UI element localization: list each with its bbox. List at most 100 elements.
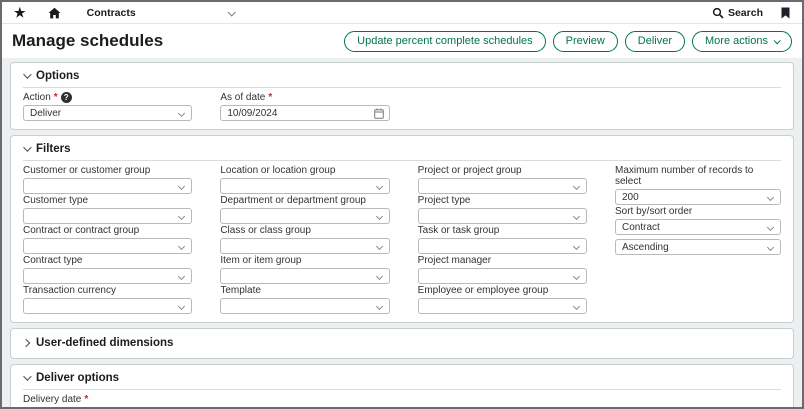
chevron-down-icon xyxy=(767,194,774,201)
chevron-down-icon xyxy=(376,303,383,310)
chevron-down-icon xyxy=(178,110,185,117)
as-of-date-input[interactable]: 10/09/2024 xyxy=(220,105,389,121)
chevron-down-icon xyxy=(573,273,580,280)
task-select[interactable] xyxy=(418,238,587,254)
customer-select[interactable] xyxy=(23,178,192,194)
class-field-group: Class or class group xyxy=(220,225,389,254)
app-menu-contracts[interactable]: Contracts xyxy=(87,7,234,19)
user-defined-dimensions-panel: User-defined dimensions xyxy=(10,328,794,359)
chevron-down-icon xyxy=(178,243,185,250)
help-icon[interactable] xyxy=(61,92,72,103)
project-type-select[interactable] xyxy=(418,208,587,224)
search-icon xyxy=(712,7,724,19)
update-percent-complete-schedules-button[interactable]: Update percent complete schedules xyxy=(344,31,546,52)
project-field-group: Project or project group xyxy=(418,165,587,194)
chevron-down-icon xyxy=(376,213,383,220)
max-records-field-group: Maximum number of records to select 200 xyxy=(615,165,781,205)
calendar-icon[interactable] xyxy=(374,108,384,119)
chevron-down-icon xyxy=(767,224,774,231)
page-content: Options Action * Deliver As of xyxy=(2,58,802,407)
filters-column-3: Project or project group Project type xyxy=(418,164,587,315)
transaction-currency-select[interactable] xyxy=(23,298,192,314)
button-label: Update percent complete schedules xyxy=(357,35,533,47)
button-label: Deliver xyxy=(638,35,672,47)
required-marker: * xyxy=(268,92,272,103)
employee-select[interactable] xyxy=(418,298,587,314)
collapse-chevron-icon xyxy=(23,372,31,380)
department-select[interactable] xyxy=(220,208,389,224)
department-field-group: Department or department group xyxy=(220,195,389,224)
deliver-options-panel: Deliver options Delivery date * 10/10/20… xyxy=(10,364,794,407)
selected-value: 200 xyxy=(622,192,639,203)
filters-column-4: Maximum number of records to select 200 … xyxy=(615,164,781,315)
contract-type-select[interactable] xyxy=(23,268,192,284)
customer-field-group: Customer or customer group xyxy=(23,165,192,194)
required-marker: * xyxy=(84,394,88,405)
more-actions-button[interactable]: More actions xyxy=(692,31,792,52)
app-menu-label: Contracts xyxy=(87,7,136,19)
item-select[interactable] xyxy=(220,268,389,284)
task-field-group: Task or task group xyxy=(418,225,587,254)
options-section-header[interactable]: Options xyxy=(23,68,781,88)
chevron-down-icon xyxy=(376,243,383,250)
selected-value: Ascending xyxy=(622,242,669,253)
global-search[interactable]: Search xyxy=(712,7,763,19)
transaction-currency-field-group: Transaction currency xyxy=(23,285,192,314)
section-title: User-defined dimensions xyxy=(36,337,173,349)
bookmark-icon[interactable] xyxy=(781,7,790,19)
section-title: Options xyxy=(36,70,79,82)
expand-chevron-icon xyxy=(22,338,30,346)
page-header: Manage schedules Update percent complete… xyxy=(2,24,802,58)
collapse-chevron-icon xyxy=(23,143,31,151)
collapse-chevron-icon xyxy=(23,70,31,78)
sort-by-select[interactable]: Contract xyxy=(615,219,781,235)
chevron-down-icon xyxy=(178,213,185,220)
project-type-field-group: Project type xyxy=(418,195,587,224)
app-window: Contracts Search Manage schedules Update… xyxy=(0,0,804,409)
class-select[interactable] xyxy=(220,238,389,254)
delivery-date-field-group: Delivery date * 10/10/2024 xyxy=(23,393,192,407)
filters-column-1: Customer or customer group Customer type xyxy=(23,164,192,315)
home-icon[interactable] xyxy=(48,7,61,19)
location-select[interactable] xyxy=(220,178,389,194)
contract-field-group: Contract or contract group xyxy=(23,225,192,254)
sort-field-group: Sort by/sort order Contract Ascending xyxy=(615,206,781,255)
chevron-down-icon xyxy=(227,8,235,16)
chevron-down-icon xyxy=(178,303,185,310)
search-label: Search xyxy=(728,7,763,19)
button-label: More actions xyxy=(705,35,768,47)
filters-section-header[interactable]: Filters xyxy=(23,141,781,161)
chevron-down-icon xyxy=(573,243,580,250)
user-defined-dimensions-section-header[interactable]: User-defined dimensions xyxy=(23,334,781,351)
sort-order-select[interactable]: Ascending xyxy=(615,239,781,255)
page-title: Manage schedules xyxy=(12,31,163,51)
required-marker: * xyxy=(54,92,58,103)
options-panel: Options Action * Deliver As of xyxy=(10,62,794,130)
section-title: Filters xyxy=(36,143,71,155)
max-records-select[interactable]: 200 xyxy=(615,189,781,205)
project-manager-field-group: Project manager xyxy=(418,255,587,284)
deliver-button[interactable]: Deliver xyxy=(625,31,685,52)
chevron-down-icon xyxy=(178,183,185,190)
employee-field-group: Employee or employee group xyxy=(418,285,587,314)
action-select[interactable]: Deliver xyxy=(23,105,192,121)
customer-type-field-group: Customer type xyxy=(23,195,192,224)
selected-value: Deliver xyxy=(30,108,61,119)
favorites-star-icon[interactable] xyxy=(14,6,26,19)
action-field-group: Action * Deliver xyxy=(23,91,192,121)
location-field-group: Location or location group xyxy=(220,165,389,194)
as-of-date-field-group: As of date * 10/09/2024 xyxy=(220,91,389,121)
deliver-options-section-header[interactable]: Deliver options xyxy=(23,370,781,390)
action-buttons: Update percent complete schedules Previe… xyxy=(344,31,792,52)
project-manager-select[interactable] xyxy=(418,268,587,284)
project-select[interactable] xyxy=(418,178,587,194)
contract-select[interactable] xyxy=(23,238,192,254)
action-label: Action * xyxy=(23,92,192,103)
filters-column-2: Location or location group Department or… xyxy=(220,164,389,315)
chevron-down-icon xyxy=(376,273,383,280)
top-navigation-bar: Contracts Search xyxy=(2,2,802,24)
template-select[interactable] xyxy=(220,298,389,314)
template-field-group: Template xyxy=(220,285,389,314)
customer-type-select[interactable] xyxy=(23,208,192,224)
preview-button[interactable]: Preview xyxy=(553,31,618,52)
